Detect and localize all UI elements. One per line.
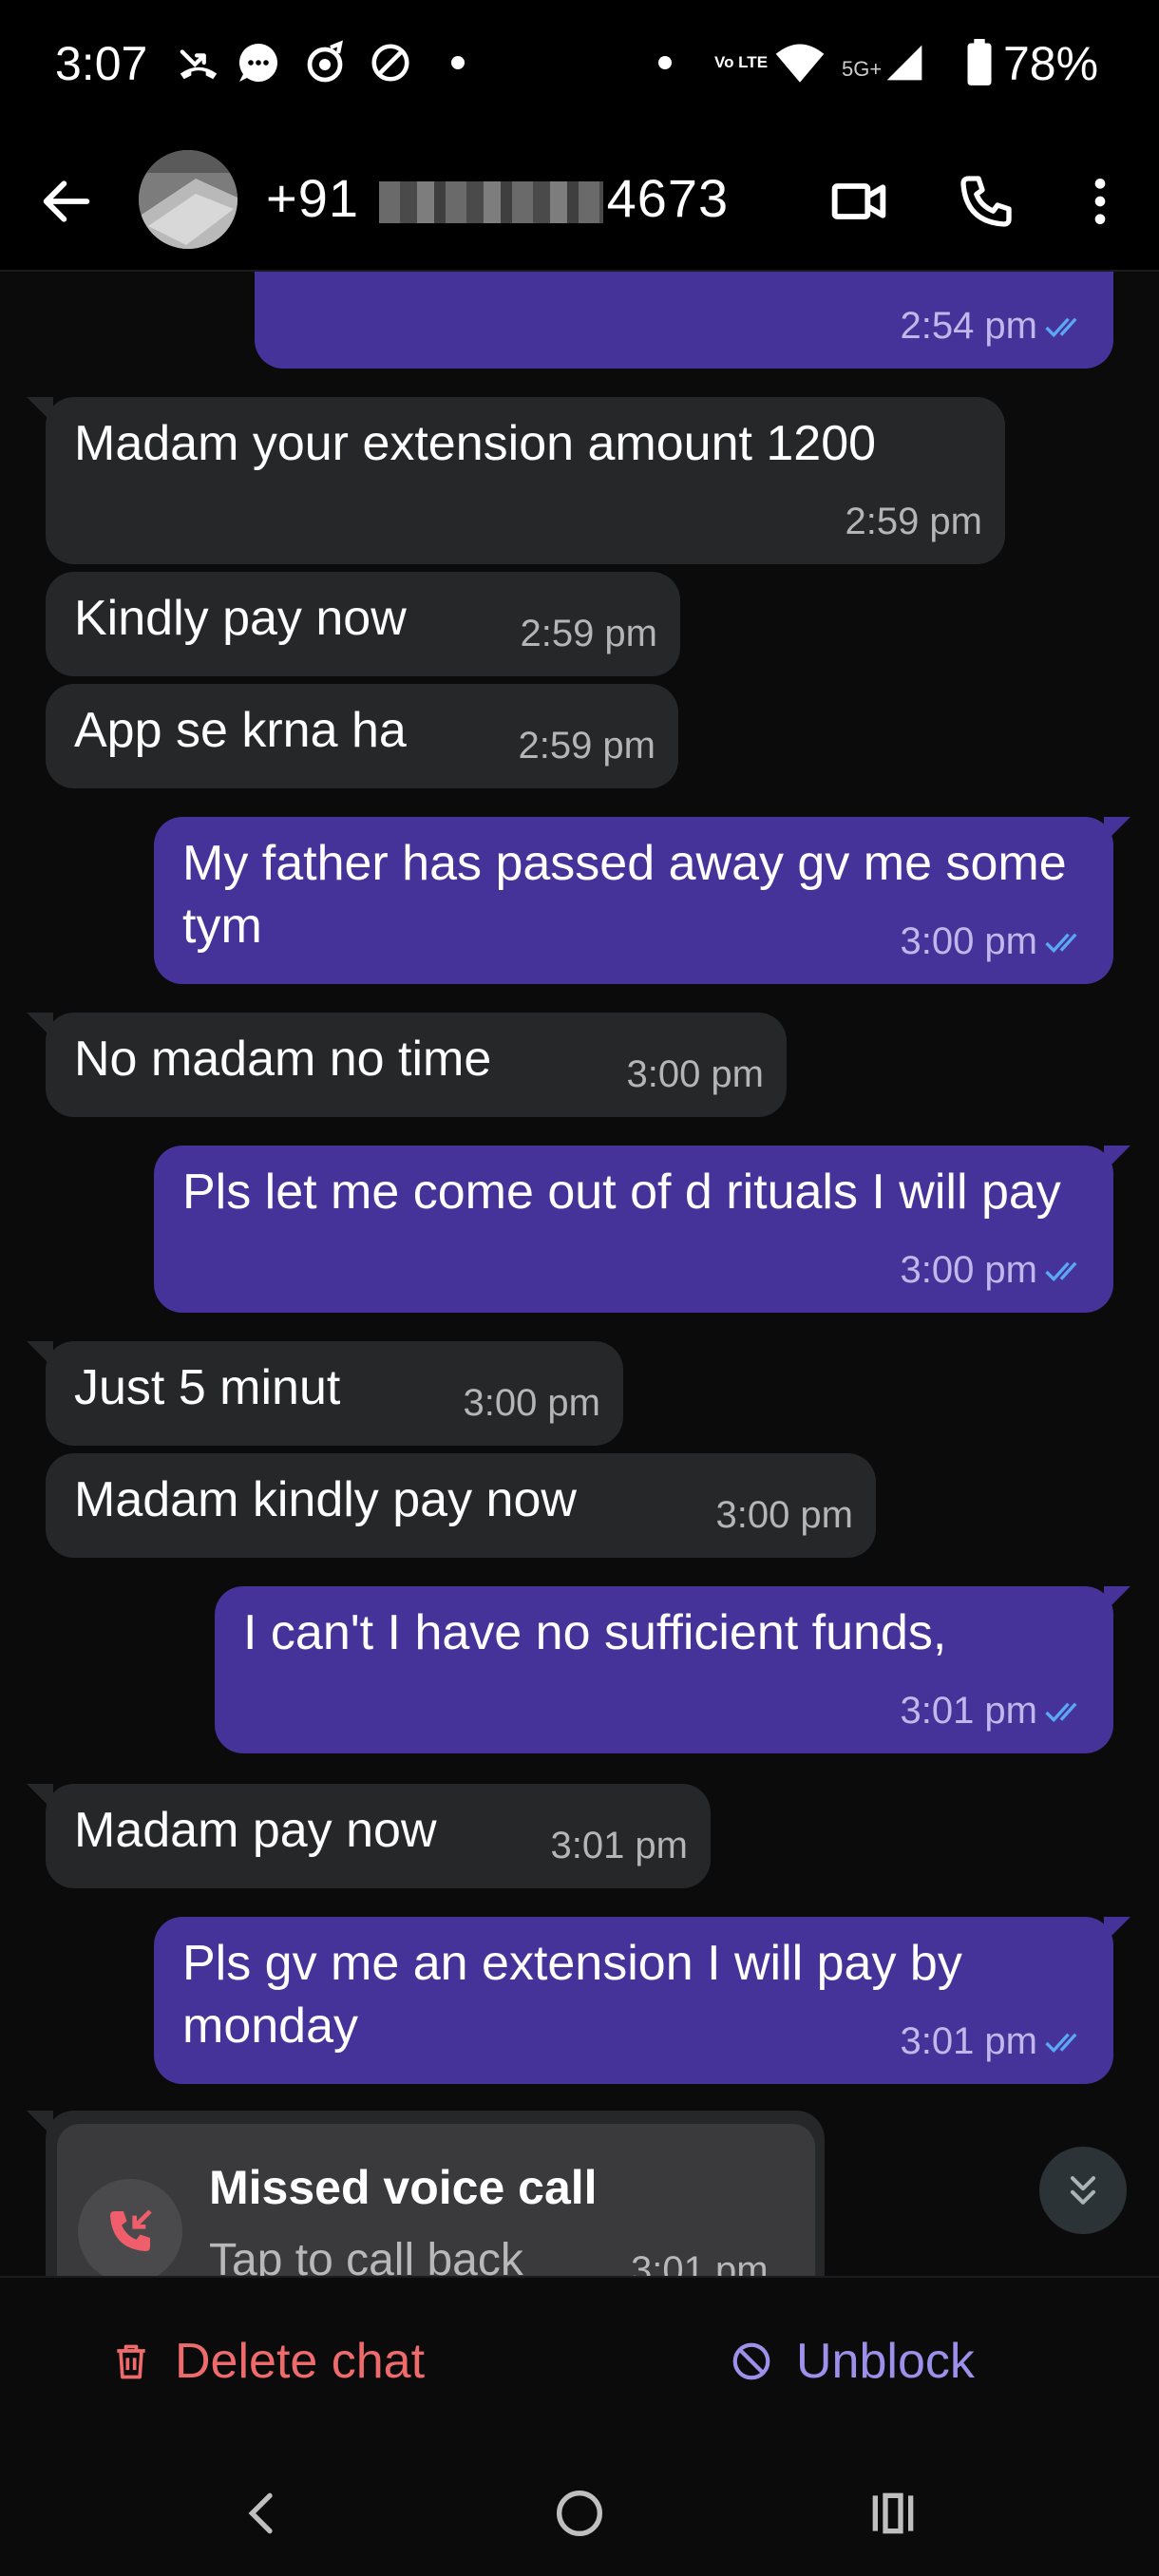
scroll-to-bottom-button[interactable] [1039, 2147, 1127, 2234]
message-outgoing[interactable]: My father has passed away gv me some tym… [154, 817, 1113, 984]
phone-icon [960, 176, 1012, 227]
message-time: 3:01 pm [631, 2249, 769, 2276]
signal-icon: 5G+ [842, 40, 925, 85]
read-receipt-icon [1045, 2034, 1077, 2054]
read-receipt-icon [1045, 318, 1077, 338]
message-incoming[interactable]: Madam kindly pay now 3:00 pm [46, 1453, 876, 1558]
trash-icon [117, 2344, 145, 2379]
contact-name[interactable]: +91 4673 [266, 167, 729, 229]
network-type: 5G+ [842, 57, 883, 81]
read-receipt-icon [1045, 1703, 1077, 1723]
message-text: Madam your extension amount 1200 [74, 416, 877, 471]
back-button[interactable] [36, 171, 97, 232]
missed-call-card[interactable]: Missed voice call Tap to call back 3:01 … [57, 2124, 815, 2276]
message-time: 2:59 pm [518, 725, 656, 767]
delete-chat-button[interactable]: Delete chat [110, 2333, 425, 2390]
blocked-contact-actions: Delete chat Unblock [0, 2276, 1159, 2449]
arrow-left-icon [43, 180, 90, 222]
redacted-number-mask [378, 181, 603, 224]
message-list[interactable]: 2:54 pm Madam your extension amount 1200… [0, 272, 1159, 2276]
home-circle-icon [557, 2491, 602, 2536]
missed-call-icon [78, 2179, 182, 2276]
battery-icon [965, 39, 994, 85]
message-time: 3:00 pm [900, 920, 1037, 962]
message-time: 2:54 pm [900, 305, 1037, 347]
unblock-button[interactable]: Unblock [730, 2333, 975, 2390]
nav-back-button[interactable] [232, 2483, 293, 2544]
message-text: I can't I have no sufficient funds, [243, 1605, 947, 1660]
message-time: 3:01 pm [900, 1690, 1037, 1732]
video-camera-icon [831, 183, 886, 219]
message-time: 3:00 pm [626, 1053, 764, 1095]
video-call-button[interactable] [828, 171, 889, 232]
message-outgoing[interactable]: 2:54 pm [255, 272, 1113, 369]
chevron-left-icon [248, 2492, 273, 2534]
message-outgoing[interactable]: Pls gv me an extension I will pay by mon… [154, 1917, 1113, 2084]
do-not-disturb-icon [369, 40, 412, 85]
status-dot-icon [657, 40, 673, 85]
message-incoming[interactable]: Madam your extension amount 1200 2:59 pm [46, 397, 1005, 564]
more-options-button[interactable] [1070, 171, 1130, 232]
nav-home-button[interactable] [549, 2483, 610, 2544]
chat-header: +91 4673 [0, 133, 1159, 272]
message-time: 3:00 pm [463, 1382, 600, 1424]
unblock-label: Unblock [796, 2334, 975, 2389]
read-receipt-icon [1045, 1262, 1077, 1282]
volte-icon: Vo LTE [714, 53, 769, 71]
notification-dot-icon [450, 40, 466, 85]
contact-suffix: 4673 [606, 168, 730, 228]
battery-percent: 78% [1003, 37, 1099, 90]
block-icon [732, 2342, 770, 2380]
message-time: 3:00 pm [715, 1494, 853, 1536]
voice-call-button[interactable] [956, 171, 1016, 232]
message-incoming[interactable]: Kindly pay now 2:59 pm [46, 572, 680, 676]
message-outgoing[interactable]: Pls let me come out of d rituals I will … [154, 1146, 1113, 1313]
avatar[interactable] [139, 150, 238, 249]
message-time: 3:01 pm [550, 1825, 688, 1866]
status-time: 3:07 [55, 37, 148, 90]
message-time: 2:59 pm [845, 501, 982, 542]
recents-icon [872, 2492, 914, 2534]
wifi-icon [773, 40, 826, 85]
missed-call-status-icon [177, 40, 220, 85]
message-incoming[interactable]: App se krna ha 2:59 pm [46, 684, 678, 788]
double-chevron-down-icon [1070, 2176, 1096, 2205]
missed-call-subtitle[interactable]: Tap to call back [209, 2234, 523, 2276]
system-navigation-bar [0, 2447, 1159, 2576]
message-text: Pls let me come out of d rituals I will … [182, 1165, 1061, 1220]
chat-status-icon [236, 40, 281, 85]
message-outgoing[interactable]: I can't I have no sufficient funds, 3:01… [215, 1586, 1113, 1753]
message-time: 3:00 pm [900, 1249, 1037, 1291]
read-receipt-icon [1045, 934, 1077, 954]
nav-recents-button[interactable] [863, 2483, 923, 2544]
missed-call-message[interactable]: Missed voice call Tap to call back 3:01 … [46, 2111, 825, 2276]
delete-chat-label: Delete chat [175, 2334, 426, 2389]
message-incoming[interactable]: No madam no time 3:00 pm [46, 1013, 787, 1117]
message-incoming[interactable]: Just 5 minut 3:00 pm [46, 1341, 623, 1446]
message-incoming[interactable]: Madam pay now 3:01 pm [46, 1784, 711, 1888]
more-vertical-icon [1094, 179, 1106, 224]
app-status-icon [302, 40, 348, 85]
contact-prefix: +91 [266, 168, 359, 228]
status-bar: 3:07 Vo LTE 5G+ 78% [0, 0, 1159, 133]
message-time: 2:59 pm [520, 613, 657, 654]
missed-call-title: Missed voice call [209, 2161, 598, 2214]
message-time: 3:01 pm [900, 2020, 1037, 2062]
